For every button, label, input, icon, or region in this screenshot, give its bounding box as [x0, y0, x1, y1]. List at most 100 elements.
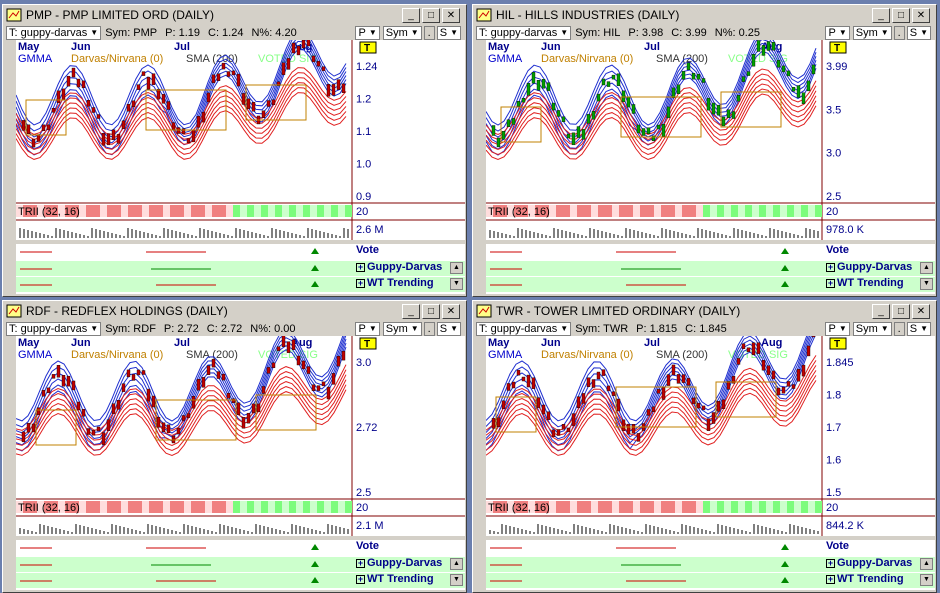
- buy-signal-icon: [311, 561, 319, 567]
- expand-icon[interactable]: +: [826, 278, 835, 288]
- period-select[interactable]: P ▼: [825, 321, 850, 336]
- title-bar[interactable]: RDF - REDFLEX HOLDINGS (DAILY) _ □ ✕: [3, 301, 466, 321]
- candle: [326, 84, 331, 97]
- expand-icon[interactable]: +: [356, 558, 365, 568]
- minimize-button[interactable]: _: [872, 7, 890, 23]
- trii-bar: [149, 501, 156, 513]
- trii-bar: [801, 501, 808, 513]
- chevron-down-icon: ▼: [920, 324, 928, 333]
- minimize-button[interactable]: _: [402, 303, 420, 319]
- price-chart[interactable]: May Jun Jul Aug GMMA Darvas/Nirvana (0) SMA (2…: [16, 336, 465, 536]
- candle: [711, 102, 716, 115]
- period-select[interactable]: P ▼: [825, 25, 850, 40]
- candle: [136, 84, 141, 90]
- maximize-button[interactable]: □: [422, 303, 440, 319]
- template-select[interactable]: T: guppy-darvas ▼: [6, 25, 102, 40]
- maximize-button[interactable]: □: [892, 303, 910, 319]
- chart-window-2[interactable]: RDF - REDFLEX HOLDINGS (DAILY) _ □ ✕ T: …: [2, 300, 467, 593]
- candle: [271, 99, 276, 105]
- s-select[interactable]: S ▼: [906, 25, 931, 40]
- scroll-up-button[interactable]: ▲: [920, 262, 933, 274]
- candle: [736, 95, 741, 102]
- candle: [746, 71, 751, 76]
- trii-bar: [191, 501, 198, 513]
- sym-select[interactable]: Sym ▼: [382, 321, 422, 336]
- candle: [766, 41, 771, 51]
- candle: [516, 101, 521, 107]
- title-bar[interactable]: PMP - PMP LIMITED ORD (DAILY) _ □ ✕: [3, 5, 466, 25]
- scroll-down-button[interactable]: ▼: [920, 278, 933, 290]
- maximize-button[interactable]: □: [892, 7, 910, 23]
- scroll-up-button[interactable]: ▲: [450, 262, 463, 274]
- dot-button[interactable]: .: [893, 25, 905, 40]
- expand-icon[interactable]: +: [356, 574, 365, 584]
- trii-bar: [612, 205, 619, 217]
- buy-signal-icon: [311, 577, 319, 583]
- chart-window-0[interactable]: PMP - PMP LIMITED ORD (DAILY) _ □ ✕ T: g…: [2, 4, 467, 297]
- close-button[interactable]: ✕: [442, 303, 460, 319]
- symbol-label: Sym: HIL: [575, 26, 621, 39]
- symbol-label: Sym: RDF: [105, 322, 156, 335]
- s-select[interactable]: S ▼: [906, 321, 931, 336]
- template-select[interactable]: T: guppy-darvas ▼: [6, 321, 102, 336]
- t-marker-label: T: [834, 43, 840, 54]
- trii-bar: [156, 501, 163, 513]
- scroll-up-button[interactable]: ▲: [450, 558, 463, 570]
- trii-bar: [226, 205, 233, 217]
- close-button[interactable]: ✕: [442, 7, 460, 23]
- candle: [246, 98, 251, 110]
- candle: [791, 384, 796, 389]
- sym-select[interactable]: Sym ▼: [852, 321, 892, 336]
- candle: [811, 336, 816, 338]
- price-chart[interactable]: May Jun Jul Aug GMMA Darvas/Nirvana (0) SMA (2…: [486, 336, 935, 536]
- candle: [686, 62, 691, 70]
- trii-bar: [801, 205, 808, 217]
- period-select[interactable]: P ▼: [355, 25, 380, 40]
- candle: [241, 417, 246, 429]
- candle: [721, 399, 726, 409]
- expand-icon[interactable]: +: [826, 262, 835, 272]
- candle: [586, 114, 591, 124]
- expand-icon[interactable]: +: [356, 278, 365, 288]
- chart-window-3[interactable]: TWR - TOWER LIMITED ORDINARY (DAILY) _ □…: [472, 300, 937, 593]
- scroll-down-button[interactable]: ▼: [450, 574, 463, 586]
- candle: [566, 427, 571, 433]
- candle: [171, 435, 176, 444]
- chart-window-1[interactable]: HIL - HILLS INDUSTRIES (DAILY) _ □ ✕ T: …: [472, 4, 937, 297]
- candle: [331, 84, 336, 96]
- price-chart[interactable]: May Jun Jul Aug GMMA Darvas/Nirvana (0) SMA (2…: [16, 40, 465, 240]
- trii-bar: [317, 501, 324, 513]
- close-button[interactable]: ✕: [912, 7, 930, 23]
- period-select[interactable]: P ▼: [355, 321, 380, 336]
- expand-icon[interactable]: +: [356, 262, 365, 272]
- minimize-button[interactable]: _: [872, 303, 890, 319]
- candle: [286, 341, 291, 353]
- price-chart[interactable]: May Jun Jul Aug GMMA Darvas/Nirvana (0) SMA (2…: [486, 40, 935, 240]
- s-select[interactable]: S ▼: [436, 321, 461, 336]
- template-select[interactable]: T: guppy-darvas ▼: [476, 25, 572, 40]
- s-select[interactable]: S ▼: [436, 25, 461, 40]
- maximize-button[interactable]: □: [422, 7, 440, 23]
- trii-value: 20: [356, 206, 368, 218]
- chart-app-icon: [6, 304, 22, 318]
- trii-bar: [338, 205, 345, 217]
- expand-icon[interactable]: +: [826, 558, 835, 568]
- trii-bar: [689, 501, 696, 513]
- sym-select[interactable]: Sym ▼: [382, 25, 422, 40]
- vote-label: Vote: [356, 540, 380, 552]
- dot-button[interactable]: .: [893, 321, 905, 336]
- minimize-button[interactable]: _: [402, 7, 420, 23]
- sym-select[interactable]: Sym ▼: [852, 25, 892, 40]
- title-bar[interactable]: HIL - HILLS INDUSTRIES (DAILY) _ □ ✕: [473, 5, 936, 25]
- dot-button[interactable]: .: [423, 25, 435, 40]
- candle: [656, 124, 661, 130]
- template-select[interactable]: T: guppy-darvas ▼: [476, 321, 572, 336]
- dot-button[interactable]: .: [423, 321, 435, 336]
- expand-icon[interactable]: +: [826, 574, 835, 584]
- scroll-down-button[interactable]: ▼: [920, 574, 933, 586]
- scroll-down-button[interactable]: ▼: [450, 278, 463, 290]
- close-button[interactable]: ✕: [912, 303, 930, 319]
- scroll-up-button[interactable]: ▲: [920, 558, 933, 570]
- title-bar[interactable]: TWR - TOWER LIMITED ORDINARY (DAILY) _ □…: [473, 301, 936, 321]
- candle: [121, 383, 126, 392]
